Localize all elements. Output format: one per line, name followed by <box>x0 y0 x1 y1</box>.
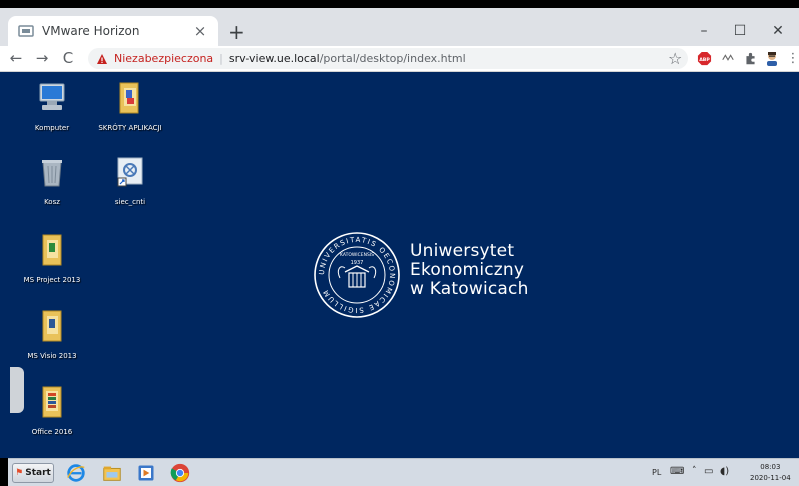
desktop-icon-computer[interactable]: Komputer <box>12 80 92 132</box>
university-name-line1: Uniwersytet <box>410 241 515 261</box>
folder-icon <box>42 386 62 418</box>
volume-icon[interactable]: ◖) <box>720 466 729 477</box>
desktop-icon-label: SKRÓTY APLIKACJI <box>98 124 162 132</box>
desktop-icon-label: Kosz <box>44 198 60 206</box>
folder-icon <box>119 82 139 114</box>
eye-icon[interactable] <box>720 50 736 66</box>
screen-top-edge <box>0 0 799 8</box>
file-explorer-icon[interactable] <box>100 462 124 484</box>
browser-tab[interactable]: VMware Horizon × <box>8 16 218 46</box>
keyboard-icon[interactable]: ⌨ <box>670 466 684 477</box>
seal-year: 1937 <box>351 260 364 266</box>
url-host: srv-view.ue.local <box>228 52 320 65</box>
warning-triangle-icon <box>97 53 107 64</box>
desktop-icon-recycle-bin[interactable]: Kosz <box>12 154 92 206</box>
menu-icon[interactable]: ⋮ <box>785 50 799 66</box>
desktop-icon-label: Komputer <box>34 124 70 132</box>
address-bar[interactable]: Niezabezpieczona | srv-view.ue.local/por… <box>88 48 688 69</box>
desktop-icon-label: MS Visio 2013 <box>27 352 77 360</box>
tab-title: VMware Horizon <box>42 24 140 38</box>
start-button[interactable]: ⚑ Start <box>12 463 54 483</box>
puzzle-icon[interactable] <box>742 50 758 66</box>
network-icon[interactable]: ▭ <box>704 466 713 477</box>
windows-flag-icon: ⚑ <box>15 468 24 478</box>
start-label: Start <box>25 468 51 478</box>
desktop-icon-siec[interactable]: siec_cnti <box>90 154 170 206</box>
clock-time: 08:03 <box>760 463 781 471</box>
desktop-icon-label: Office 2016 <box>31 428 73 436</box>
close-window-button[interactable]: ✕ <box>755 16 799 46</box>
show-hidden-icons-icon[interactable]: ˄ <box>692 466 697 476</box>
desktop-icon-shortcuts[interactable]: SKRÓTY APLIKACJI <box>90 80 170 132</box>
bookmark-star-icon[interactable]: ☆ <box>668 49 682 68</box>
reload-button[interactable]: C <box>58 48 78 68</box>
url-path: /portal/desktop/index.html <box>319 52 466 65</box>
desktop-icon-label: siec_cnti <box>114 198 146 206</box>
university-name: Uniwersytet Ekonomiczny w Katowicach <box>410 242 529 299</box>
new-tab-button[interactable]: + <box>228 22 245 42</box>
university-name-line2: Ekonomiczny <box>410 260 525 280</box>
not-secure-label[interactable]: Niezabezpieczona <box>114 52 213 65</box>
network-shortcut-icon <box>117 157 143 187</box>
desktop-icon-office[interactable]: Office 2016 <box>12 384 92 436</box>
desktop-icon-label: MS Project 2013 <box>23 276 81 284</box>
browser-tab-bar: VMware Horizon × + – ☐ ✕ <box>0 8 799 46</box>
media-player-icon[interactable] <box>134 462 158 484</box>
vmware-favicon-icon <box>18 25 34 37</box>
taskbar: ⚑ Start PL ⌨ ˄ ▭ ◖) 08:03 2020-11-04 <box>8 458 799 486</box>
system-clock[interactable]: 08:03 2020-11-04 <box>750 462 791 484</box>
remote-desktop[interactable]: Komputer SKRÓTY APLIKACJI Kosz siec_cnti… <box>0 72 799 458</box>
tab-close-icon[interactable]: × <box>192 23 208 39</box>
desktop-icon-ms-project[interactable]: MS Project 2013 <box>12 232 92 284</box>
abp-label: ABP <box>699 56 710 62</box>
folder-icon <box>42 234 62 266</box>
horizon-sidebar-handle[interactable] <box>10 367 24 413</box>
browser-toolbar: ← → C Niezabezpieczona | srv-view.ue.loc… <box>0 46 799 72</box>
address-separator: | <box>219 52 223 65</box>
language-indicator[interactable]: PL <box>652 468 661 477</box>
clock-date: 2020-11-04 <box>750 474 791 482</box>
chrome-icon[interactable] <box>168 462 192 484</box>
abp-icon[interactable]: ABP <box>696 50 712 66</box>
recycle-bin-icon <box>42 160 62 187</box>
computer-icon <box>39 83 65 110</box>
university-name-line3: w Katowicach <box>410 279 529 299</box>
forward-button[interactable]: → <box>32 48 52 68</box>
internet-explorer-icon[interactable] <box>64 462 88 484</box>
seal-inner: KATOWICENSIS <box>340 252 374 258</box>
avatar-icon[interactable] <box>764 50 780 66</box>
folder-icon <box>42 310 62 342</box>
back-button[interactable]: ← <box>6 48 26 68</box>
desktop-icon-ms-visio[interactable]: MS Visio 2013 <box>12 308 92 360</box>
